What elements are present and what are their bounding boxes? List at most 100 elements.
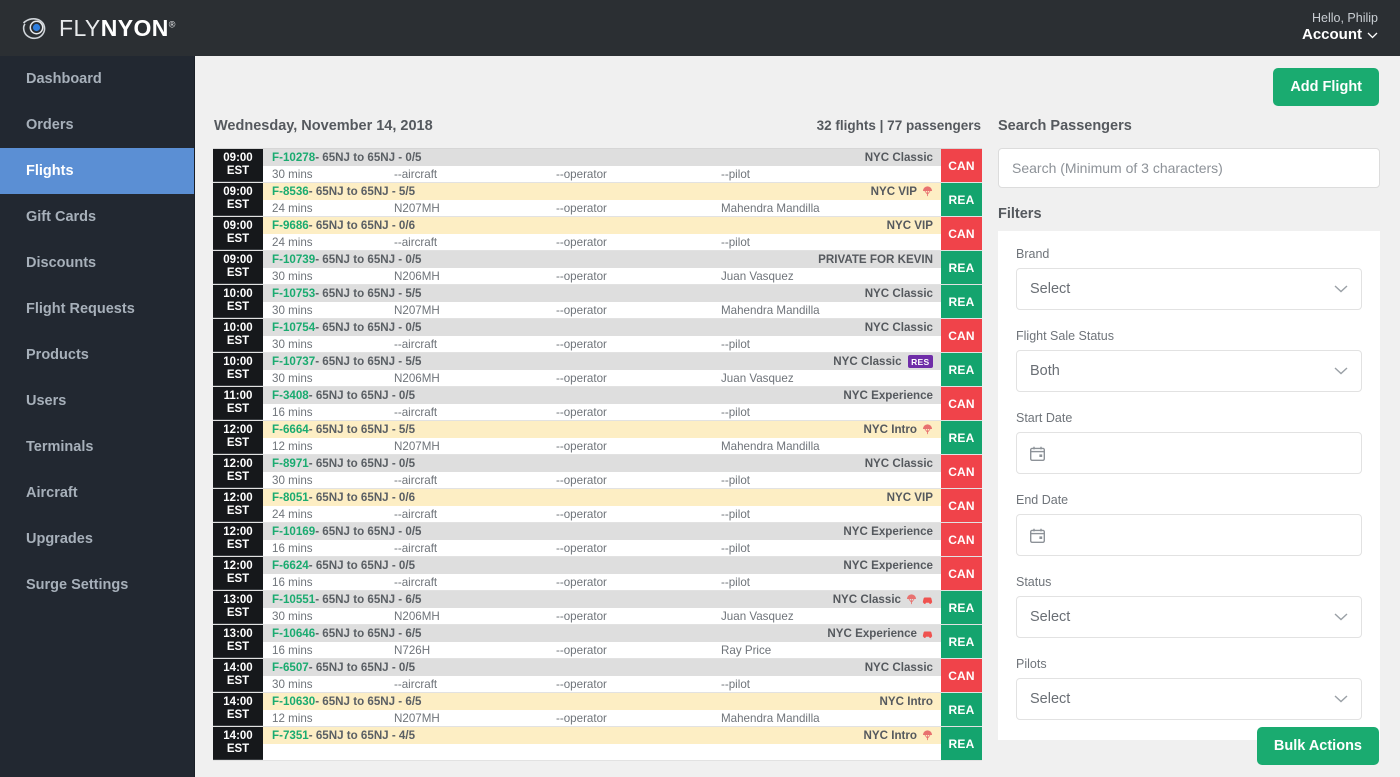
flight-status-badge[interactable]: CAN xyxy=(941,149,982,182)
table-row[interactable]: 09:00 EST F-9686 - 65NJ to 65NJ - 0/6 NYC V… xyxy=(213,217,982,251)
flight-meta-line: 16 mins --aircraft --operator --pilot xyxy=(263,574,941,590)
chevron-down-icon xyxy=(1334,367,1348,375)
flight-status-badge[interactable]: REA xyxy=(941,591,982,624)
flight-meta-line: 30 mins N206MH --operator Juan Vasquez xyxy=(263,608,941,624)
select-dropdown[interactable]: Select xyxy=(1016,678,1362,720)
table-row[interactable]: 12:00 EST F-8051 - 65NJ to 65NJ - 0/6 NYC V… xyxy=(213,489,982,523)
flight-id[interactable]: F-10630 xyxy=(272,695,315,708)
table-row[interactable]: 14:00 EST F-10630 - 65NJ to 65NJ - 6/5 NYC … xyxy=(213,693,982,727)
flight-id[interactable]: F-10169 xyxy=(272,525,315,538)
sidebar-item-dashboard[interactable]: Dashboard xyxy=(0,56,194,102)
flight-status-badge[interactable]: CAN xyxy=(941,455,982,488)
sidebar-item-aircraft[interactable]: Aircraft xyxy=(0,470,194,516)
select-dropdown[interactable]: Select xyxy=(1016,268,1362,310)
sidebar-item-flight-requests[interactable]: Flight Requests xyxy=(0,286,194,332)
flight-id[interactable]: F-7351 xyxy=(272,729,309,742)
flight-status-badge[interactable]: REA xyxy=(941,693,982,726)
flight-details: F-10551 - 65NJ to 65NJ - 6/5 NYC Classic 3… xyxy=(263,591,941,624)
flight-id[interactable]: F-8536 xyxy=(272,185,309,198)
flight-status-badge[interactable]: REA xyxy=(941,625,982,658)
flight-time-cell: 14:00 EST xyxy=(213,693,263,726)
flight-id[interactable]: F-6624 xyxy=(272,559,309,572)
flight-duration: 24 mins xyxy=(272,507,313,521)
flight-operator: --operator xyxy=(556,711,607,725)
sidebar-item-flights[interactable]: Flights xyxy=(0,148,194,194)
table-row[interactable]: 12:00 EST F-10169 - 65NJ to 65NJ - 0/5 NYC … xyxy=(213,523,982,557)
search-input[interactable] xyxy=(998,148,1380,188)
sidebar-item-users[interactable]: Users xyxy=(0,378,194,424)
flight-summary-line: F-6507 - 65NJ to 65NJ - 0/5 NYC Classic xyxy=(263,659,941,676)
flight-id[interactable]: F-8971 xyxy=(272,457,309,470)
table-row[interactable]: 09:00 EST F-8536 - 65NJ to 65NJ - 5/5 NYC V… xyxy=(213,183,982,217)
account-menu[interactable]: Hello, Philip Account xyxy=(1302,11,1378,45)
account-button[interactable]: Account xyxy=(1302,26,1378,45)
flight-status-badge[interactable]: REA xyxy=(941,727,982,760)
bulk-actions-button[interactable]: Bulk Actions xyxy=(1256,727,1379,765)
flight-id[interactable]: F-10754 xyxy=(272,321,315,334)
table-row[interactable]: 10:00 EST F-10737 - 65NJ to 65NJ - 5/5 NYC … xyxy=(213,353,982,387)
sidebar-item-products[interactable]: Products xyxy=(0,332,194,378)
table-row[interactable]: 09:00 EST F-10739 - 65NJ to 65NJ - 0/5 PRIV… xyxy=(213,251,982,285)
flight-status-badge[interactable]: REA xyxy=(941,251,982,284)
flight-id[interactable]: F-10753 xyxy=(272,287,315,300)
flight-status-badge[interactable]: REA xyxy=(941,353,982,386)
table-row[interactable]: 13:00 EST F-10551 - 65NJ to 65NJ - 6/5 NYC … xyxy=(213,591,982,625)
filter-label: Flight Sale Status xyxy=(1016,329,1114,343)
flight-status-badge[interactable]: CAN xyxy=(941,217,982,250)
flight-status-badge[interactable]: CAN xyxy=(941,523,982,556)
table-row[interactable]: 10:00 EST F-10754 - 65NJ to 65NJ - 0/5 NYC … xyxy=(213,319,982,353)
date-picker-input[interactable] xyxy=(1016,514,1362,556)
flight-status-badge[interactable]: REA xyxy=(941,183,982,216)
table-row[interactable]: 09:00 EST F-10278 - 65NJ to 65NJ - 0/5 NYC … xyxy=(213,149,982,183)
flight-status-badge[interactable]: CAN xyxy=(941,659,982,692)
sidebar-item-upgrades[interactable]: Upgrades xyxy=(0,516,194,562)
table-row[interactable]: 10:00 EST F-10753 - 65NJ to 65NJ - 5/5 NYC … xyxy=(213,285,982,319)
table-row[interactable]: 12:00 EST F-6624 - 65NJ to 65NJ - 0/5 NYC E… xyxy=(213,557,982,591)
sidebar-item-terminals[interactable]: Terminals xyxy=(0,424,194,470)
sidebar-item-surge-settings[interactable]: Surge Settings xyxy=(0,562,194,608)
sidebar-item-discounts[interactable]: Discounts xyxy=(0,240,194,286)
sidebar-item-orders[interactable]: Orders xyxy=(0,102,194,148)
flight-id[interactable]: F-10646 xyxy=(272,627,315,640)
brand-logo[interactable]: FLYNYON® xyxy=(22,16,176,41)
date-picker-input[interactable] xyxy=(1016,432,1362,474)
table-row[interactable]: 12:00 EST F-6664 - 65NJ to 65NJ - 5/5 NYC I… xyxy=(213,421,982,455)
flight-id[interactable]: F-3408 xyxy=(272,389,309,402)
filter-field-flight-sale-status: Flight Sale Status Both xyxy=(1016,329,1362,392)
sidebar-item-gift-cards[interactable]: Gift Cards xyxy=(0,194,194,240)
flight-summary-line: F-10169 - 65NJ to 65NJ - 0/5 NYC Experien… xyxy=(263,523,941,540)
flight-id[interactable]: F-8051 xyxy=(272,491,309,504)
flight-brand: NYC Classic xyxy=(832,593,901,606)
flight-id[interactable]: F-6664 xyxy=(272,423,309,436)
flight-id[interactable]: F-10278 xyxy=(272,151,315,164)
flight-operator: --operator xyxy=(556,269,607,283)
flight-id[interactable]: F-10551 xyxy=(272,593,315,606)
table-row[interactable]: 12:00 EST F-8971 - 65NJ to 65NJ - 0/5 NYC C… xyxy=(213,455,982,489)
flight-meta-line: 30 mins N206MH --operator Juan Vasquez xyxy=(263,268,941,284)
flight-id[interactable]: F-6507 xyxy=(272,661,309,674)
flight-operator: --operator xyxy=(556,337,607,351)
filters-column: Search Passengers Filters Brand Select Fli… xyxy=(998,118,1380,761)
flight-status-badge[interactable]: REA xyxy=(941,285,982,318)
flight-id[interactable]: F-10737 xyxy=(272,355,315,368)
select-dropdown[interactable]: Select xyxy=(1016,596,1362,638)
flight-id[interactable]: F-9686 xyxy=(272,219,309,232)
table-row[interactable]: 11:00 EST F-3408 - 65NJ to 65NJ - 0/5 NYC E… xyxy=(213,387,982,421)
add-flight-button[interactable]: Add Flight xyxy=(1273,68,1379,106)
flight-id[interactable]: F-10739 xyxy=(272,253,315,266)
flight-details: F-6664 - 65NJ to 65NJ - 5/5 NYC Intro 12 m… xyxy=(263,421,941,454)
table-row[interactable]: 13:00 EST F-10646 - 65NJ to 65NJ - 6/5 NYC … xyxy=(213,625,982,659)
flight-status-badge[interactable]: CAN xyxy=(941,557,982,590)
table-row[interactable]: 14:00 EST F-7351 - 65NJ to 65NJ - 4/5 NYC I… xyxy=(213,727,982,761)
flight-status-badge[interactable]: CAN xyxy=(941,319,982,352)
flight-time: 09:00 xyxy=(223,220,253,233)
flight-status-badge[interactable]: CAN xyxy=(941,387,982,420)
flight-aircraft: --aircraft xyxy=(394,473,438,487)
flight-status-badge[interactable]: REA xyxy=(941,421,982,454)
select-dropdown[interactable]: Both xyxy=(1016,350,1362,392)
flight-status-badge[interactable]: CAN xyxy=(941,489,982,522)
flight-route: - 65NJ to 65NJ - 0/6 xyxy=(308,491,416,504)
flight-route: - 65NJ to 65NJ - 0/5 xyxy=(308,661,416,674)
flight-time-cell: 09:00 EST xyxy=(213,149,263,182)
table-row[interactable]: 14:00 EST F-6507 - 65NJ to 65NJ - 0/5 NYC C… xyxy=(213,659,982,693)
